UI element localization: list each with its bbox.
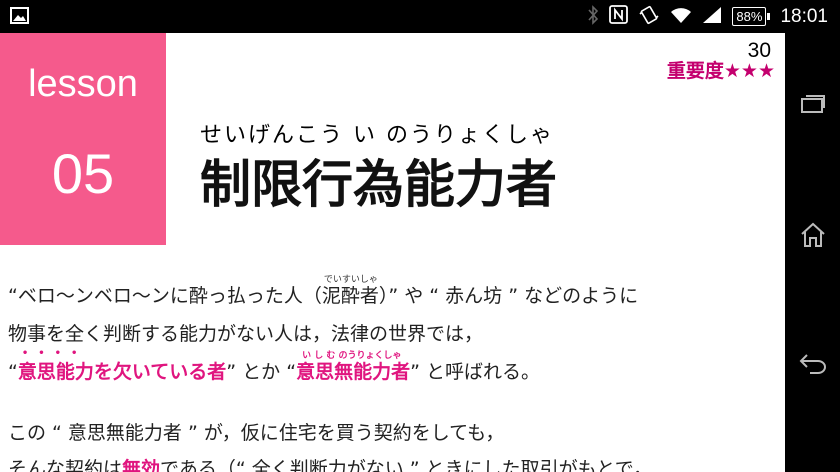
battery-percent: 88%	[732, 7, 767, 26]
page-title: 制限行為能力者	[200, 156, 558, 215]
text-line-1: “ベロ〜ンベロ〜ンに酔っ払った人（ でいすいしゃ 泥酔者）” や “ 赤ん坊 ” な…	[8, 275, 638, 308]
ebook-page[interactable]: lesson 05 30 重要度★★★ せいげんこう い のうりょくしゃ 制限行…	[0, 33, 785, 472]
furigana-ishimunouryokusha: い し む のうりょくしゃ	[302, 351, 402, 361]
lesson-number: 05	[51, 142, 115, 205]
image-icon	[10, 7, 29, 28]
vibrate-icon	[638, 5, 660, 29]
battery-indicator: 88%	[732, 7, 771, 26]
highlight-ishi-munouryokusha: い し む のうりょくしゃ 意思無能力者	[296, 351, 410, 383]
furigana-deisuisha: でいすいしゃ	[323, 275, 378, 285]
text-line-2: 物事を全く判断する能力がない人は，法律の世界では，	[8, 323, 484, 345]
recents-button[interactable]	[785, 75, 840, 135]
lesson-label: lesson	[28, 63, 138, 105]
home-button[interactable]	[785, 207, 840, 267]
highlight-ishi-nouryoku: •••• 意思能力を欠いている者	[17, 348, 227, 383]
text-line-3: “•••• 意思能力を欠いている者” とか “い し む のうりょくしゃ 意思無能力…	[8, 348, 540, 383]
back-button[interactable]	[785, 336, 840, 396]
status-bar: 88% 18:01	[0, 0, 840, 33]
wifi-icon	[670, 6, 692, 28]
nfc-icon	[609, 5, 629, 28]
highlight-mukou: 無効	[122, 458, 161, 472]
lesson-badge: lesson 05	[0, 33, 166, 245]
importance-rating: 重要度★★★	[666, 60, 775, 82]
clock: 18:01	[780, 5, 828, 27]
home-icon	[799, 222, 827, 252]
recents-icon	[800, 92, 826, 118]
status-icons: 88% 18:01	[587, 0, 828, 33]
text-line-4: この “ 意思無能力者 ” が，仮に住宅を買う契約をしても，	[8, 422, 505, 444]
emphasis-dots: ••••	[21, 348, 88, 359]
signal-icon	[702, 6, 722, 28]
bluetooth-icon	[587, 4, 599, 29]
back-icon	[798, 353, 828, 379]
navigation-bar	[785, 33, 840, 472]
text-line-5: そんな契約は無効である（“ 全く判断力がない ” ときにした取引がもとで，	[8, 454, 652, 472]
